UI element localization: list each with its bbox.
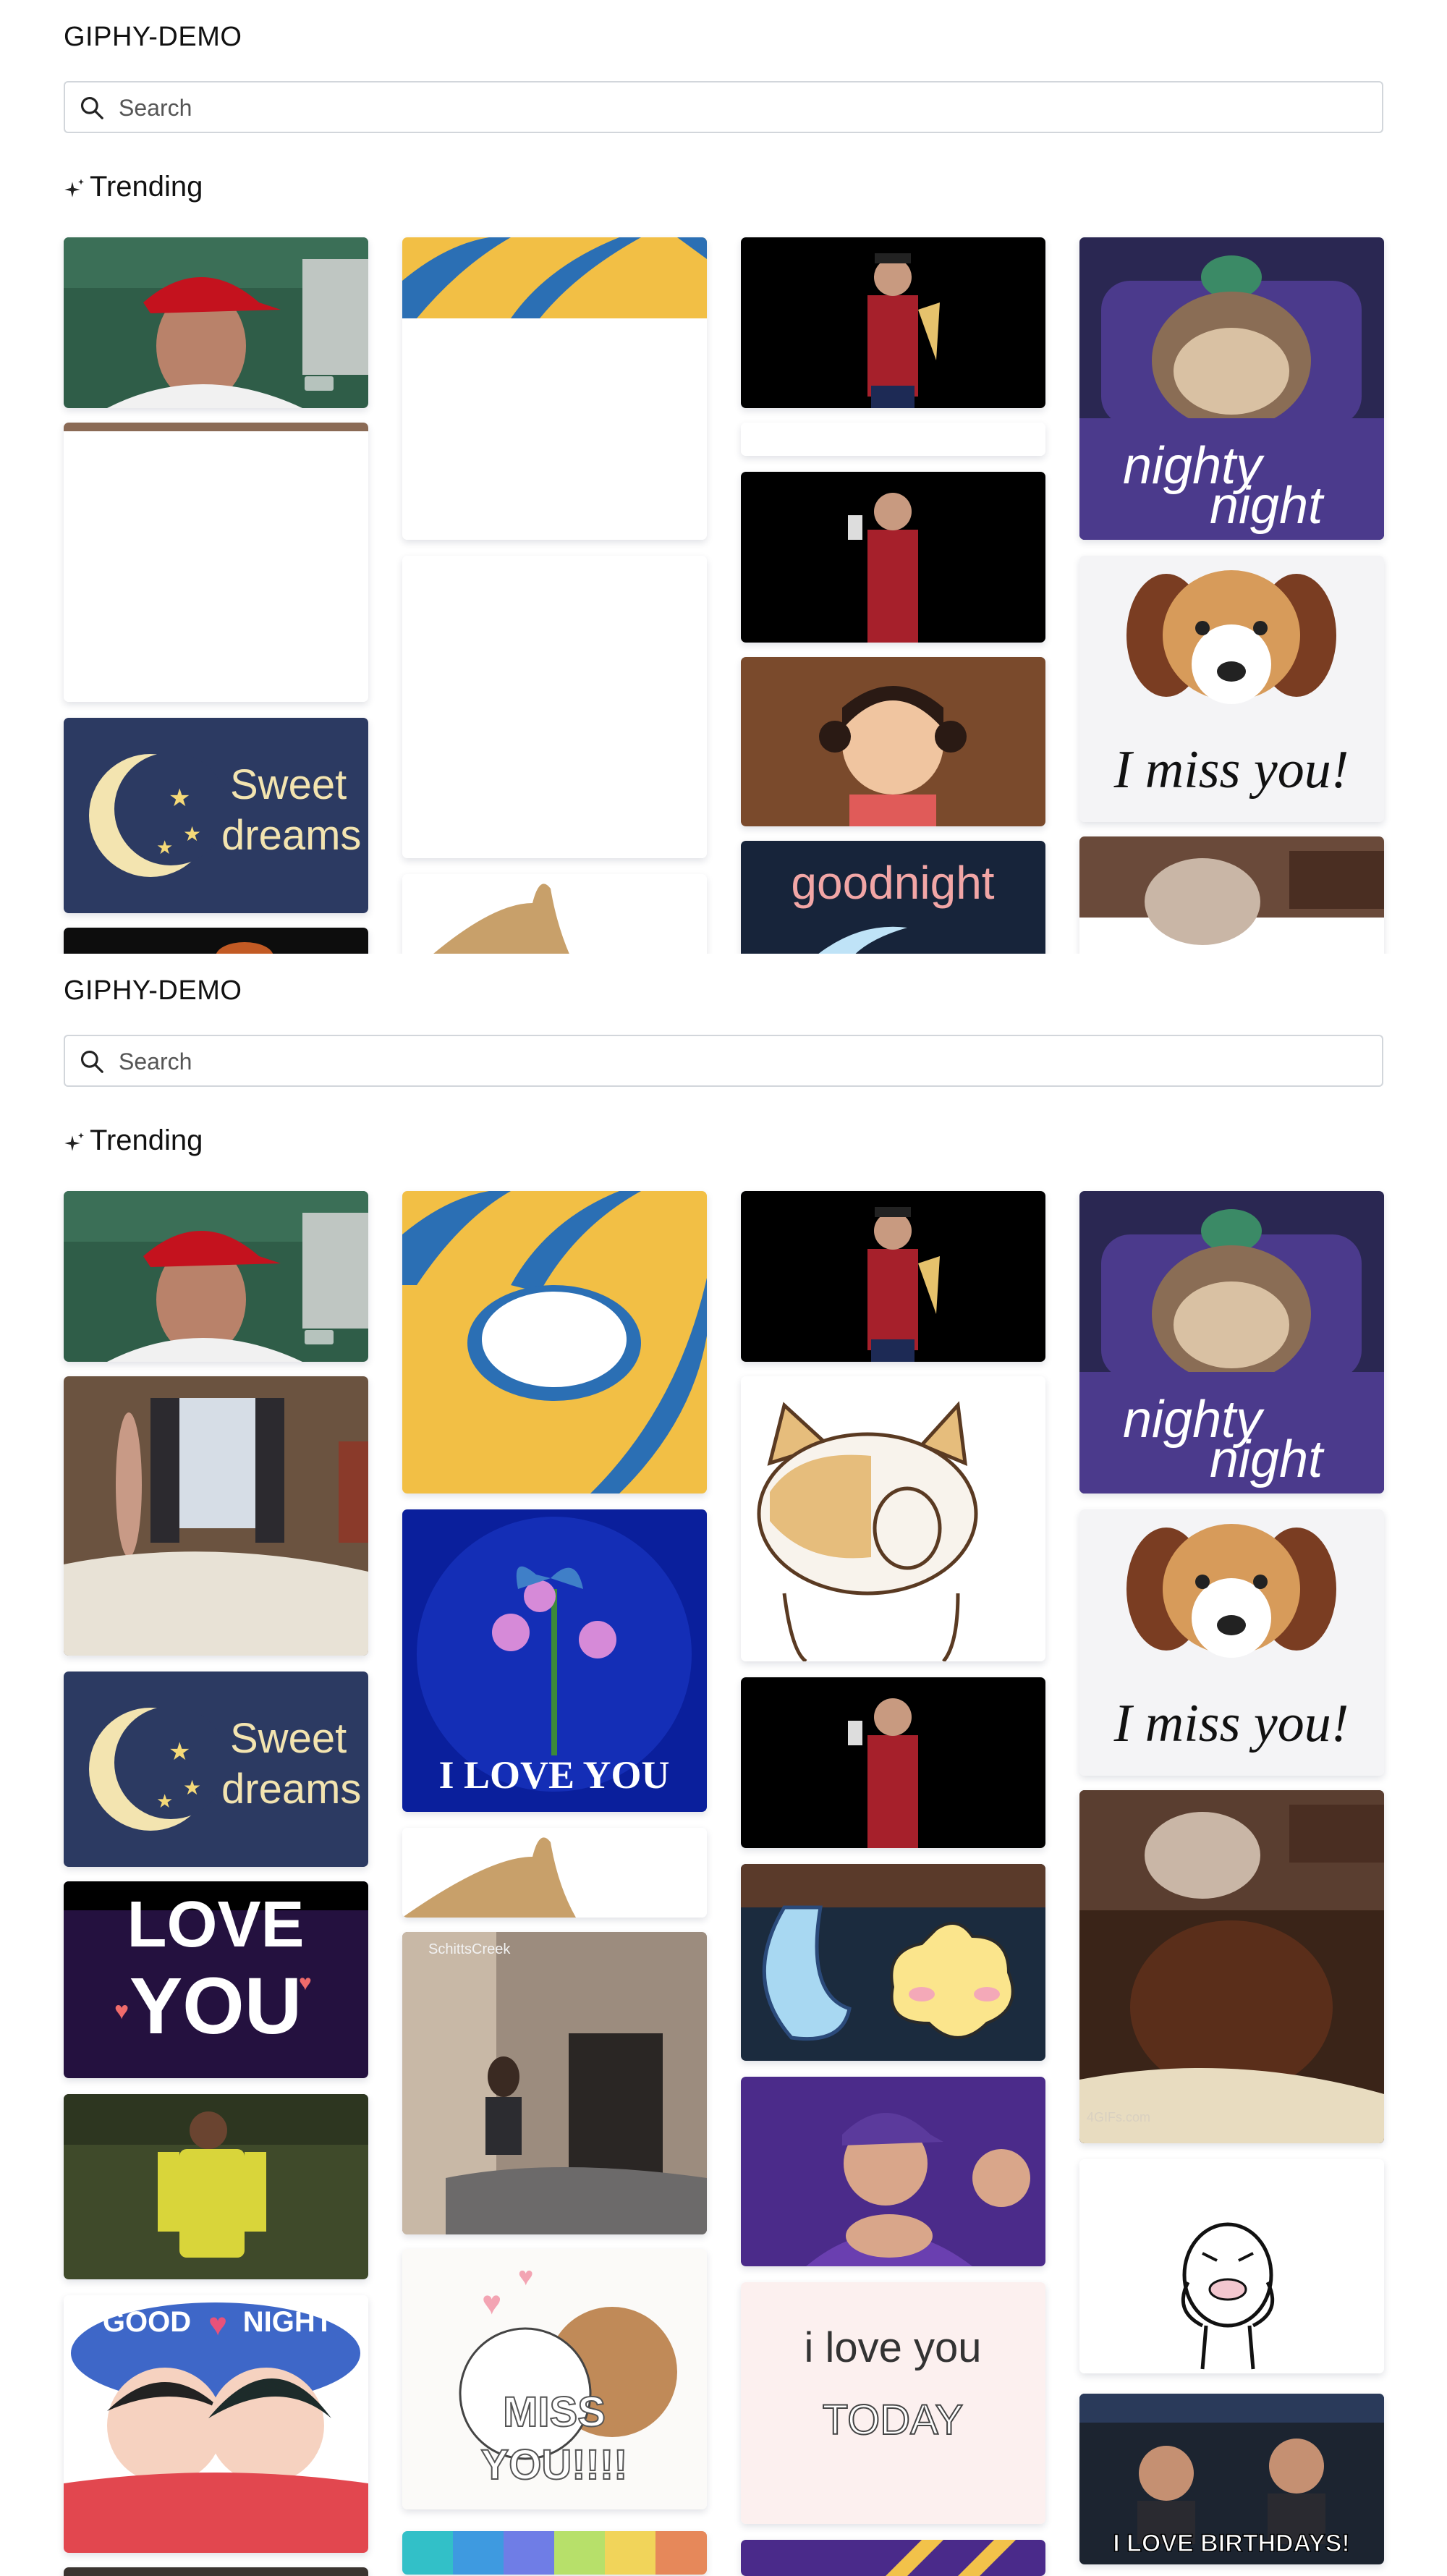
gif-rainbow-partial[interactable] xyxy=(402,2531,707,2575)
gif-loading-1[interactable] xyxy=(64,423,368,702)
gif-beagle-miss-you[interactable]: I miss you! xyxy=(1079,556,1384,822)
night-label: NIGHT xyxy=(243,2306,333,2338)
svg-text:♥: ♥ xyxy=(299,1971,312,1995)
gif-beagle-miss-you[interactable]: I miss you! xyxy=(1079,1509,1384,1776)
svg-text:★: ★ xyxy=(183,1776,201,1799)
gif-rsl-player-phone[interactable] xyxy=(741,472,1045,643)
svg-text:★: ★ xyxy=(156,1790,173,1812)
gif-grandma-dog[interactable]: 4GIFs.com xyxy=(1079,1790,1384,2143)
gif-girl-animated[interactable] xyxy=(741,657,1045,826)
love-text: LOVE xyxy=(127,1889,304,1961)
gif-rsl-player-phone[interactable] xyxy=(741,1677,1045,1848)
gif-nighty-night[interactable]: nighty night xyxy=(1079,237,1384,540)
gif-loading-2[interactable] xyxy=(402,556,707,858)
search-box[interactable] xyxy=(64,81,1383,133)
gif-moon-star-pals[interactable] xyxy=(741,1864,1045,2061)
gif-good-night-couple[interactable]: GOOD NIGHT ♥ xyxy=(64,2295,368,2553)
gif-i-love-birthdays[interactable]: I LOVE BIRTHDAYS! xyxy=(1079,2394,1384,2564)
feed-frame-loading: GIPHY-DEMO Trending xyxy=(0,0,1447,955)
you-text: YOU xyxy=(130,1962,302,2051)
goodnight-text: goodnight xyxy=(791,857,994,909)
search-icon xyxy=(80,96,103,119)
night-text: night xyxy=(1210,477,1325,535)
gif-fan-cheering[interactable] xyxy=(741,2077,1045,2266)
gif-soccer-player[interactable] xyxy=(64,2094,368,2279)
gif-loading-3[interactable] xyxy=(741,423,1045,456)
dreams-text: dreams xyxy=(221,812,361,859)
gif-love-you[interactable]: LOVE YOU ♥ ♥ xyxy=(64,1881,368,2078)
sweet-text: Sweet xyxy=(230,761,347,808)
sparkle-icon xyxy=(64,1132,84,1151)
gif-i-love-you-today[interactable]: i love you TODAY xyxy=(741,2282,1045,2524)
gif-nighty-night[interactable]: nighty night xyxy=(1079,1191,1384,1494)
miss-you-text: I miss you! xyxy=(1113,1694,1349,1753)
dreams-text: dreams xyxy=(221,1766,361,1813)
gif-cat-ear-partial[interactable] xyxy=(402,874,707,955)
gif-sweet-dreams[interactable]: ★ ★ ★ Sweet dreams xyxy=(64,718,368,913)
app-title: GIPHY-DEMO xyxy=(64,22,242,52)
gif-rsl-player-pizza[interactable] xyxy=(741,237,1045,408)
night-text: night xyxy=(1210,1431,1325,1488)
gif-cat-ear[interactable] xyxy=(402,1828,707,1918)
gif-sweet-dreams[interactable]: ★ ★ ★ Sweet dreams xyxy=(64,1672,368,1867)
svg-text:♥: ♥ xyxy=(482,2284,501,2321)
gif-miss-you-bears[interactable]: ♥ ♥ MISS YOU!!!! xyxy=(402,2249,707,2509)
trending-title: Trending xyxy=(90,170,203,203)
gif-goodnight[interactable]: goodnight xyxy=(741,841,1045,955)
trending-header: Trending xyxy=(64,168,203,206)
svg-text:♥: ♥ xyxy=(518,2261,533,2291)
trending-header: Trending xyxy=(64,1122,203,1159)
birthdays-text: I LOVE BIRTHDAYS! xyxy=(1113,2530,1349,2557)
miss-text: MISS xyxy=(503,2389,606,2436)
gif-baseball-player[interactable] xyxy=(64,237,368,408)
search-box[interactable] xyxy=(64,1035,1383,1087)
svg-text:★: ★ xyxy=(183,823,201,845)
i-love-you-lower-text: i love you xyxy=(804,2324,981,2371)
svg-text:♥: ♥ xyxy=(114,1997,129,2025)
gif-hotel-room[interactable] xyxy=(64,1376,368,1656)
i-love-you-text: I LOVE YOU xyxy=(438,1753,669,1797)
gif-swirl-loading[interactable] xyxy=(402,237,707,540)
search-input[interactable] xyxy=(117,82,1365,133)
svg-text:★: ★ xyxy=(169,1738,190,1766)
sparkle-icon xyxy=(64,179,84,198)
gif-purple-stripes-partial[interactable] xyxy=(741,2540,1045,2576)
schitts-watermark: SchittsCreek xyxy=(428,1941,511,1957)
search-input[interactable] xyxy=(117,1036,1365,1087)
gif-swirl-portal[interactable] xyxy=(402,1191,707,1494)
gif-schitts-creek[interactable]: SchittsCreek xyxy=(402,1932,707,2234)
gif-shy-cat[interactable] xyxy=(741,1376,1045,1661)
search-icon xyxy=(80,1050,103,1073)
you-exclaim-text: YOU!!!! xyxy=(481,2441,628,2488)
feed-frame-loaded: GIPHY-DEMO Trending xyxy=(0,954,1447,2576)
miss-you-text: I miss you! xyxy=(1113,740,1349,800)
trending-title: Trending xyxy=(90,1124,203,1156)
gif-laughing-doodle[interactable] xyxy=(1079,2159,1384,2373)
today-text: TODAY xyxy=(823,2397,963,2444)
gif-grandma-loading[interactable] xyxy=(1079,836,1384,955)
gifs-watermark: 4GIFs.com xyxy=(1087,2110,1150,2124)
good-text: GOOD xyxy=(103,2306,191,2338)
gif-i-love-you-butterflies[interactable]: I LOVE YOU xyxy=(402,1509,707,1812)
svg-text:♥: ♥ xyxy=(208,2307,227,2342)
gif-partial-1[interactable] xyxy=(64,928,368,955)
gif-partial-col1[interactable] xyxy=(64,2567,368,2576)
gif-rsl-player-pizza[interactable] xyxy=(741,1191,1045,1362)
app-title: GIPHY-DEMO xyxy=(64,975,242,1006)
svg-text:★: ★ xyxy=(169,784,190,812)
gif-baseball-player[interactable] xyxy=(64,1191,368,1362)
sweet-text: Sweet xyxy=(230,1715,347,1762)
svg-text:★: ★ xyxy=(156,836,173,858)
